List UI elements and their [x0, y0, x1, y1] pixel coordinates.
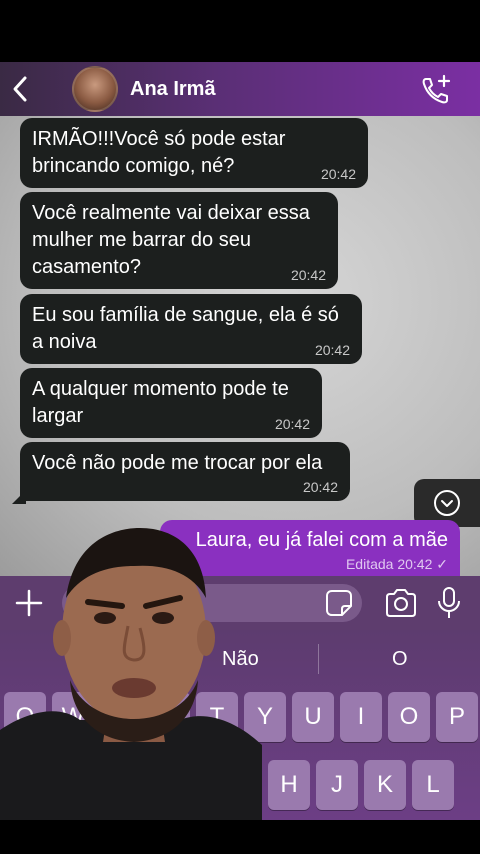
- mic-icon: [438, 587, 460, 618]
- camera-button[interactable]: [384, 588, 418, 618]
- message-bubble[interactable]: A qualquer momento pode te largar 20:42: [20, 368, 322, 438]
- contact-name[interactable]: Ana Irmã: [130, 78, 216, 101]
- message-time: 20:42: [302, 479, 338, 495]
- chevron-down-circle-icon: [434, 490, 460, 516]
- message-bubble[interactable]: Você não pode me trocar por ela 20:42: [20, 442, 350, 501]
- key-i[interactable]: I: [340, 692, 382, 742]
- edited-label: Editada: [345, 556, 394, 572]
- message-text: mulher me barrar do seu: [32, 229, 251, 251]
- message-bubble[interactable]: Você realmente vai deixar essa mulher me…: [20, 192, 338, 289]
- key-p[interactable]: P: [436, 692, 478, 742]
- sent-message-time: 20:42: [397, 556, 433, 572]
- key-h[interactable]: H: [268, 760, 310, 810]
- suggestion-2[interactable]: O: [392, 648, 408, 671]
- message-text: Eu sou família de sangue, ela é só: [32, 304, 339, 326]
- key-j[interactable]: J: [316, 760, 358, 810]
- chevron-left-icon: [13, 76, 27, 102]
- bottom-area: [0, 820, 480, 854]
- back-button[interactable]: [0, 62, 40, 116]
- status-area: [0, 0, 480, 62]
- message-text: Você não pode me trocar por ela: [32, 452, 323, 474]
- sticker-icon: [326, 590, 352, 616]
- reaction-person-overlay: [0, 520, 262, 820]
- message-bubble[interactable]: IRMÃO!!!Você só pode estar brincando com…: [20, 118, 368, 188]
- message-text: A qualquer momento pode te: [32, 378, 289, 400]
- contact-avatar[interactable]: [72, 66, 118, 112]
- chat-area[interactable]: IRMÃO!!!Você só pode estar brincando com…: [0, 116, 480, 576]
- key-u[interactable]: U: [292, 692, 334, 742]
- mic-button[interactable]: [436, 586, 462, 620]
- add-call-button[interactable]: [420, 74, 452, 106]
- sticker-button[interactable]: [324, 588, 354, 618]
- key-k[interactable]: K: [364, 760, 406, 810]
- read-check-icon: ✓: [436, 556, 448, 572]
- chat-header: Ana Irmã: [0, 62, 480, 116]
- add-call-icon: [422, 74, 451, 104]
- camera-icon: [386, 589, 416, 617]
- suggestion-divider: [318, 644, 319, 674]
- message-text: IRMÃO!!!Você só pode estar: [32, 128, 286, 150]
- bubble-tail: [12, 490, 26, 504]
- message-text: Você realmente vai deixar essa: [32, 202, 310, 224]
- key-o[interactable]: O: [388, 692, 430, 742]
- message-bubble[interactable]: Eu sou família de sangue, ela é só a noi…: [20, 294, 362, 364]
- key-l[interactable]: L: [412, 760, 454, 810]
